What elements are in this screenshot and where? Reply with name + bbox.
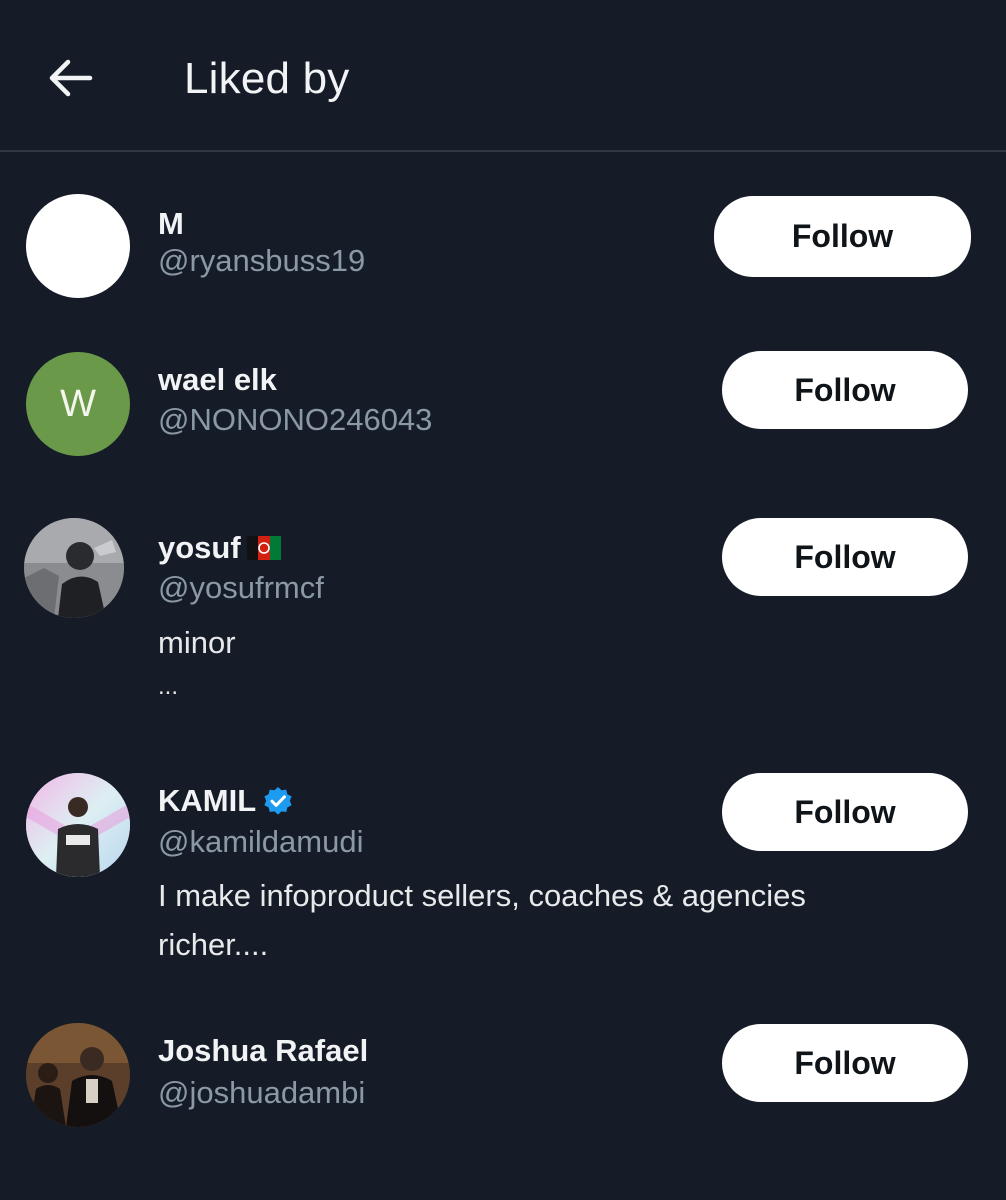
user-row-nonono246043[interactable]: W wael elk @NONONO246043 Follow (0, 340, 1006, 470)
display-name: Joshua Rafael (158, 1033, 369, 1068)
avatar[interactable] (24, 518, 124, 618)
arrow-left-icon (49, 59, 93, 97)
profile-photo (24, 518, 124, 618)
avatar[interactable] (26, 773, 130, 877)
liked-by-screen: Liked by M @ryansbuss19 Follow W wael el… (0, 0, 1006, 1200)
user-row-joshuadambi[interactable]: Joshua Rafael @joshuadambi Follow (0, 1015, 1006, 1145)
display-name: wael elk (158, 362, 277, 397)
afghanistan-flag-icon (246, 536, 281, 560)
follow-button[interactable]: Follow (722, 351, 968, 429)
display-name: KAMIL (158, 783, 294, 819)
user-bio: I make infoproduct sellers, coaches & ag… (158, 878, 806, 962)
back-button[interactable] (40, 50, 100, 106)
user-row-yosufrmcf[interactable]: yosuf @yosufrmcf minor ... Follow (0, 510, 1006, 730)
user-handle: @yosufrmcf (158, 570, 324, 605)
follow-button[interactable]: Follow (722, 518, 968, 596)
avatar[interactable]: W (26, 352, 130, 456)
follow-button[interactable]: Follow (722, 1024, 968, 1102)
header-divider (0, 150, 1006, 152)
display-name: M (158, 206, 184, 241)
avatar[interactable] (26, 194, 130, 298)
user-handle: @joshuadambi (158, 1075, 366, 1110)
follow-button[interactable]: Follow (722, 773, 968, 851)
avatar[interactable] (26, 1023, 130, 1127)
top-bar: Liked by (0, 0, 1006, 152)
verified-badge-icon (264, 787, 292, 815)
avatar-letter: W (60, 382, 96, 425)
profile-photo (26, 773, 130, 877)
user-handle: @NONONO246043 (158, 402, 433, 437)
user-handle: @ryansbuss19 (158, 243, 366, 278)
user-row-ryansbuss19[interactable]: M @ryansbuss19 Follow (0, 180, 1006, 310)
follow-button[interactable]: Follow (714, 196, 971, 277)
user-row-kamildamudi[interactable]: KAMIL @kamildamudi I make infoproduct se… (0, 765, 1006, 975)
user-bio: minor ... (158, 625, 236, 700)
page-title: Liked by (184, 54, 350, 103)
user-handle: @kamildamudi (158, 824, 364, 859)
profile-photo (26, 1023, 130, 1127)
display-name: yosuf (158, 530, 281, 566)
